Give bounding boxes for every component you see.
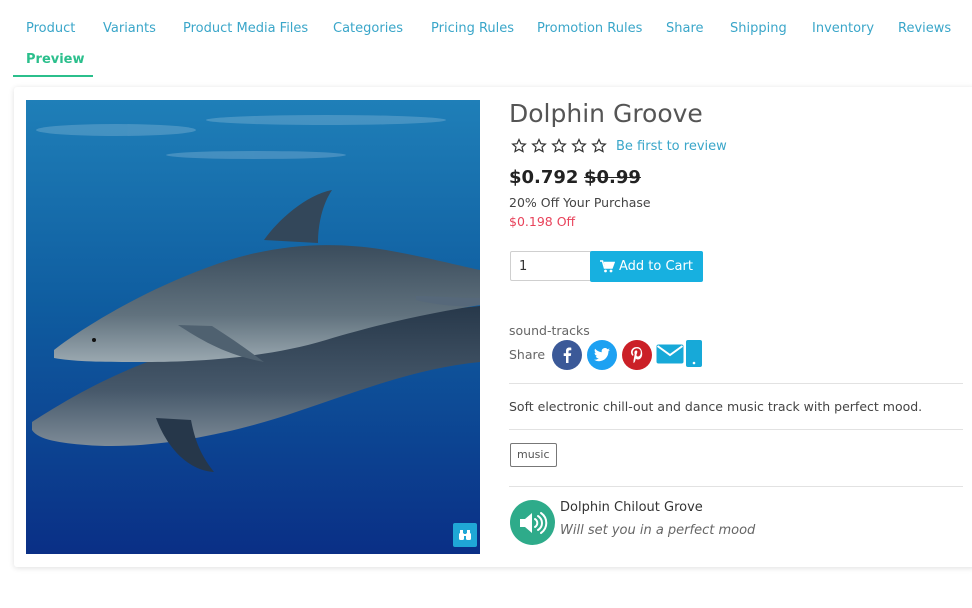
twitter-share-button[interactable] <box>587 340 617 370</box>
feature-icon <box>510 500 555 545</box>
tag-chip[interactable]: music <box>510 443 557 467</box>
star-empty-icon <box>591 138 607 153</box>
discount-amount: $0.198 Off <box>509 214 576 229</box>
product-title: Dolphin Groove <box>509 99 703 128</box>
zoom-button[interactable] <box>453 523 477 547</box>
feature-subtitle: Will set you in a perfect mood <box>560 523 756 538</box>
rating-stars[interactable] <box>511 138 607 154</box>
star-empty-icon <box>571 138 587 153</box>
tab-variants[interactable]: Variants <box>103 21 156 36</box>
tab-bar: Product Variants Product Media Files Cat… <box>0 0 972 80</box>
mobile-share-button[interactable] <box>686 340 702 367</box>
offer-text: 20% Off Your Purchase <box>509 195 651 210</box>
star-empty-icon <box>511 138 527 153</box>
sale-price: $0.792 <box>509 167 579 188</box>
tab-share[interactable]: Share <box>666 21 704 36</box>
cart-icon <box>600 260 615 273</box>
star-empty-icon <box>531 138 547 153</box>
star-empty-icon <box>551 138 567 153</box>
active-tab-indicator <box>13 75 93 77</box>
tab-reviews[interactable]: Reviews <box>898 21 951 36</box>
facebook-share-button[interactable] <box>552 340 582 370</box>
feature-title: Dolphin Chilout Grove <box>560 500 703 515</box>
quantity-input[interactable] <box>510 251 592 281</box>
email-share-button[interactable] <box>655 342 685 366</box>
dolphin-image <box>26 100 480 554</box>
pinterest-share-button[interactable] <box>622 340 652 370</box>
mobile-icon <box>686 340 702 367</box>
tab-pricing-rules[interactable]: Pricing Rules <box>431 21 514 36</box>
binoculars-icon <box>459 530 471 540</box>
share-label: Share <box>509 347 546 362</box>
speaker-icon <box>519 511 547 534</box>
divider <box>509 486 963 487</box>
tab-promotion-rules[interactable]: Promotion Rules <box>537 21 642 36</box>
pinterest-icon <box>631 347 643 363</box>
category-label: sound-tracks <box>509 323 590 338</box>
original-price: $0.99 <box>584 167 641 188</box>
tab-product-media-files[interactable]: Product Media Files <box>183 21 308 36</box>
divider <box>509 429 963 430</box>
add-to-cart-label: Add to Cart <box>619 259 693 274</box>
tab-product[interactable]: Product <box>26 21 75 36</box>
facebook-icon <box>563 347 572 363</box>
tab-shipping[interactable]: Shipping <box>730 21 787 36</box>
divider <box>509 383 963 384</box>
tab-inventory[interactable]: Inventory <box>812 21 874 36</box>
product-description: Soft electronic chill-out and dance musi… <box>509 399 923 414</box>
twitter-icon <box>594 348 610 362</box>
tab-preview[interactable]: Preview <box>26 52 85 67</box>
product-image[interactable] <box>26 100 480 554</box>
first-review-link[interactable]: Be first to review <box>616 139 727 154</box>
email-icon <box>656 344 684 364</box>
tab-categories[interactable]: Categories <box>333 21 403 36</box>
add-to-cart-button[interactable]: Add to Cart <box>590 251 703 282</box>
